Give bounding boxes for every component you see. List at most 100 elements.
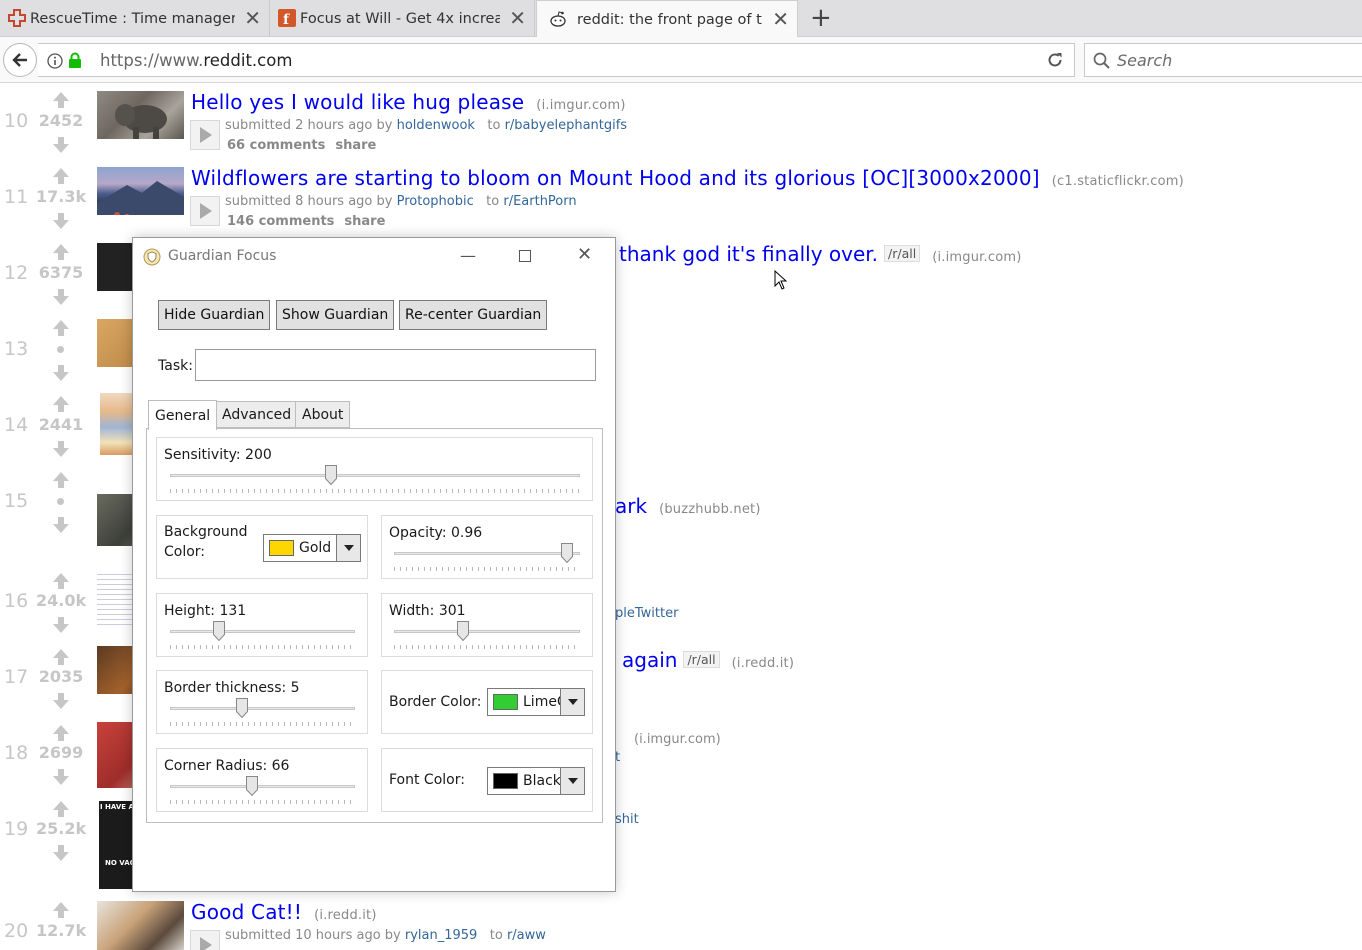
tab-advanced[interactable]: Advanced — [215, 401, 299, 428]
post-thumbnail[interactable]: I HAVE AN I NO VACC — [99, 801, 133, 889]
post-domain[interactable]: (i.imgur.com) — [634, 732, 721, 747]
post-domain[interactable]: (i.redd.it) — [314, 908, 377, 923]
expando-button[interactable] — [190, 120, 220, 150]
post-author-link[interactable]: rylan_1959 — [405, 928, 477, 943]
expando-button[interactable] — [190, 196, 220, 226]
upvote-arrow-icon[interactable] — [51, 572, 71, 590]
post-domain[interactable]: (i.redd.it) — [732, 656, 795, 671]
downvote-arrow-icon[interactable] — [51, 212, 71, 230]
chevron-down-icon[interactable] — [336, 535, 360, 561]
height-slider[interactable] — [170, 621, 355, 651]
chevron-down-icon[interactable] — [560, 689, 584, 715]
slider-thumb[interactable] — [561, 543, 573, 563]
recenter-guardian-button[interactable]: Re-center Guardian — [399, 300, 548, 330]
upvote-arrow-icon[interactable] — [51, 724, 71, 742]
maximize-button[interactable] — [519, 247, 531, 266]
back-button[interactable] — [3, 43, 37, 77]
post-title-link[interactable]: ark (buzzhubb.net) — [615, 494, 761, 518]
lock-icon[interactable] — [68, 52, 82, 69]
post-title[interactable]: Good Cat!! — [191, 900, 302, 924]
sensitivity-slider[interactable] — [170, 465, 580, 495]
tab-focusatwill[interactable]: f Focus at Will - Get 4x increa ✕ — [270, 0, 535, 37]
upvote-arrow-icon[interactable] — [51, 471, 71, 489]
post-domain[interactable]: (buzzhubb.net) — [659, 502, 761, 517]
reload-icon[interactable] — [1046, 51, 1064, 69]
upvote-arrow-icon[interactable] — [51, 901, 71, 919]
chevron-down-icon[interactable] — [560, 768, 584, 794]
close-icon[interactable]: ✕ — [509, 8, 526, 28]
post-title-link[interactable]: thank god it's finally over. /r/all (i.img… — [619, 242, 1022, 266]
downvote-arrow-icon[interactable] — [51, 440, 71, 458]
post-title-link[interactable]: again/r/all (i.redd.it) — [622, 648, 794, 672]
share-link[interactable]: share — [335, 138, 376, 153]
downvote-arrow-icon[interactable] — [51, 844, 71, 862]
info-icon[interactable] — [47, 53, 63, 69]
post-thumbnail[interactable] — [97, 901, 184, 950]
post-author-link[interactable]: holdenwook — [397, 118, 475, 133]
url-bar[interactable]: https://www.reddit.com — [38, 43, 1075, 77]
background-color-dropdown[interactable]: Gold — [263, 534, 361, 562]
post-domain[interactable]: (c1.staticflickr.com) — [1052, 174, 1184, 189]
slider-thumb[interactable] — [246, 776, 258, 796]
upvote-arrow-icon[interactable] — [51, 167, 71, 185]
corner-radius-slider[interactable] — [170, 776, 355, 806]
upvote-arrow-icon[interactable] — [51, 800, 71, 818]
task-input[interactable] — [195, 349, 596, 381]
post-title-link[interactable]: Wildflowers are starting to bloom on Mou… — [191, 166, 1184, 190]
post-title[interactable]: again — [622, 648, 677, 672]
slider-thumb[interactable] — [457, 621, 469, 641]
tab-reddit[interactable]: reddit: the front page of the ✕ — [536, 0, 798, 38]
upvote-arrow-icon[interactable] — [51, 243, 71, 261]
window-titlebar[interactable]: Guardian Focus — ✕ — [133, 238, 615, 276]
slider-thumb[interactable] — [213, 621, 225, 641]
hide-guardian-button[interactable]: Hide Guardian — [158, 300, 271, 330]
post-thumbnail[interactable] — [100, 393, 136, 455]
show-guardian-button[interactable]: Show Guardian — [276, 300, 395, 330]
post-title[interactable]: ark — [615, 494, 647, 518]
post-subreddit-link[interactable]: r/aww — [507, 928, 546, 943]
width-slider[interactable] — [394, 621, 580, 651]
post-subreddit-link[interactable]: r/EarthPorn — [503, 194, 576, 209]
post-author-link[interactable]: Protophobic — [397, 194, 474, 209]
minimize-button[interactable]: — — [460, 246, 476, 265]
close-icon[interactable]: ✕ — [772, 9, 789, 29]
border-thickness-slider[interactable] — [170, 698, 355, 728]
slider-thumb[interactable] — [236, 698, 248, 718]
post-subreddit-link[interactable]: shit — [615, 812, 639, 827]
post-thumbnail[interactable] — [97, 91, 184, 139]
post-domain[interactable]: (i.imgur.com) — [536, 98, 625, 113]
font-color-dropdown[interactable]: Black — [487, 767, 585, 795]
slider-thumb[interactable] — [325, 465, 337, 485]
comments-link[interactable]: 146 comments — [227, 214, 334, 229]
upvote-arrow-icon[interactable] — [51, 319, 71, 337]
downvote-arrow-icon[interactable] — [51, 136, 71, 154]
post-title[interactable]: Wildflowers are starting to bloom on Mou… — [191, 166, 1040, 190]
share-link[interactable]: share — [344, 214, 385, 229]
tab-about[interactable]: About — [295, 401, 351, 428]
new-tab-button[interactable]: + — [810, 4, 832, 32]
post-title[interactable]: Hello yes I would like hug please — [191, 90, 524, 114]
post-domain[interactable]: (i.imgur.com) — [932, 250, 1021, 265]
upvote-arrow-icon[interactable] — [51, 395, 71, 413]
search-bar[interactable]: Search — [1084, 43, 1362, 77]
close-button[interactable]: ✕ — [577, 244, 592, 265]
tab-general[interactable]: General — [148, 400, 218, 430]
downvote-arrow-icon[interactable] — [51, 288, 71, 306]
border-color-dropdown[interactable]: LimeG — [487, 688, 585, 716]
downvote-arrow-icon[interactable] — [51, 364, 71, 382]
comments-link[interactable]: 66 comments — [227, 138, 325, 153]
expando-button[interactable] — [190, 930, 220, 950]
downvote-arrow-icon[interactable] — [51, 516, 71, 534]
upvote-arrow-icon[interactable] — [51, 91, 71, 109]
post-thumbnail[interactable] — [97, 167, 184, 215]
post-title[interactable]: thank god it's finally over. — [619, 242, 878, 266]
post-title-link[interactable]: Hello yes I would like hug please (i.imgu… — [191, 90, 626, 114]
upvote-arrow-icon[interactable] — [51, 648, 71, 666]
tab-rescuetime[interactable]: RescueTime : Time manager ✕ — [0, 0, 270, 37]
post-subreddit-link[interactable]: r/babyelephantgifs — [505, 118, 628, 133]
guardian-focus-window: Guardian Focus — ✕ Hide Guardian Show Gu… — [132, 237, 616, 892]
url-text[interactable]: https://www.reddit.com — [100, 51, 292, 70]
close-icon[interactable]: ✕ — [244, 8, 261, 28]
opacity-slider[interactable] — [394, 543, 580, 573]
post-title-link[interactable]: Good Cat!! (i.redd.it) — [191, 900, 377, 924]
